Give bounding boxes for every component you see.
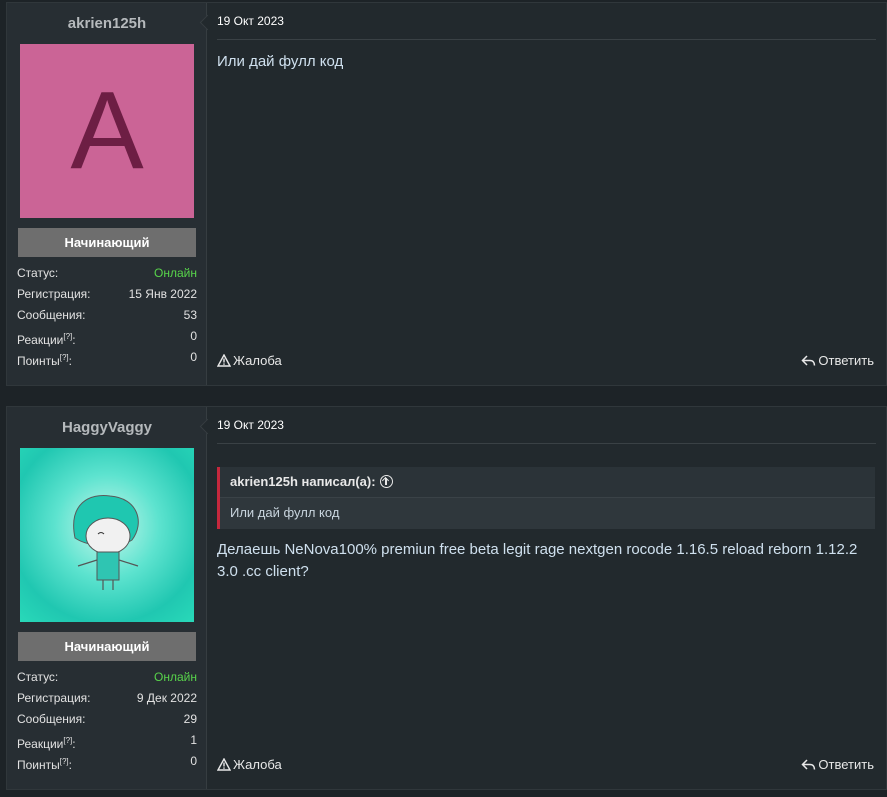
stat-label: Поинты xyxy=(17,354,60,368)
stat-label: Регистрация: xyxy=(17,287,91,301)
stat-row-reactions: Реакции[?]: 0 xyxy=(17,326,197,347)
stat-label: Поинты xyxy=(17,758,60,772)
registration-value: 15 Янв 2022 xyxy=(128,287,197,301)
stat-label: Статус: xyxy=(17,670,59,684)
stat-row-points: Поинты[?]: 0 xyxy=(17,347,197,368)
post-date[interactable]: 19 Окт 2023 xyxy=(217,14,284,28)
status-value: Онлайн xyxy=(154,670,197,684)
report-button[interactable]: Жалоба xyxy=(217,757,282,772)
stat-row-reactions: Реакции[?]: 1 xyxy=(17,730,197,751)
points-value: 0 xyxy=(190,754,197,768)
username-link[interactable]: akrien125h xyxy=(7,15,207,32)
stat-row-status: Статус: Онлайн xyxy=(17,667,197,688)
divider xyxy=(217,443,876,444)
messages-value: 29 xyxy=(183,712,197,726)
reactions-value: 0 xyxy=(190,329,197,343)
reply-icon xyxy=(801,759,816,770)
arrow-up-circle-icon[interactable] xyxy=(379,475,393,488)
stat-label: Статус: xyxy=(17,266,59,280)
help-hint-link[interactable]: [?] xyxy=(63,736,72,745)
help-hint-link[interactable]: [?] xyxy=(60,353,69,362)
stat-label: Реакции xyxy=(17,737,64,751)
stat-row-messages: Сообщения: 53 xyxy=(17,305,197,326)
status-value: Онлайн xyxy=(154,266,197,280)
points-value: 0 xyxy=(190,350,197,364)
quote-block: akrien125h написал(а): Или дай фулл код xyxy=(217,467,875,529)
username-link[interactable]: HaggyVaggy xyxy=(7,419,207,436)
user-info-panel: HaggyVaggy Начинающий Статус: Онлайн Рег… xyxy=(7,407,207,789)
warning-icon xyxy=(217,354,231,367)
reply-button[interactable]: Ответить xyxy=(801,757,874,772)
quote-author: akrien125h написал(а): xyxy=(230,474,376,489)
report-label: Жалоба xyxy=(233,757,282,772)
post-message: Делаешь NeNova100% premiun free beta leg… xyxy=(217,541,858,580)
stat-label: Сообщения: xyxy=(17,308,86,322)
quote-header[interactable]: akrien125h написал(а): xyxy=(220,467,875,498)
reply-label: Ответить xyxy=(818,757,874,772)
stat-label: Реакции xyxy=(17,333,64,347)
messages-value: 53 xyxy=(183,308,197,322)
post: akrien125h A Начинающий Статус: Онлайн Р… xyxy=(6,2,887,386)
avatar-character-image xyxy=(73,494,139,590)
stat-label: Сообщения: xyxy=(17,712,86,726)
help-hint-link[interactable]: [?] xyxy=(63,332,72,341)
user-stats: Статус: Онлайн Регистрация: 9 Дек 2022 С… xyxy=(17,667,197,772)
reactions-value: 1 xyxy=(190,733,197,747)
stat-label: Регистрация: xyxy=(17,691,91,705)
post: HaggyVaggy Начинающий Статус: Онлайн Рег… xyxy=(6,406,887,790)
reply-label: Ответить xyxy=(818,353,874,368)
report-label: Жалоба xyxy=(233,353,282,368)
stat-row-registration: Регистрация: 15 Янв 2022 xyxy=(17,284,197,305)
user-rank-badge: Начинающий xyxy=(18,228,196,257)
divider xyxy=(217,39,876,40)
warning-icon xyxy=(217,758,231,771)
stat-row-points: Поинты[?]: 0 xyxy=(17,751,197,772)
post-date[interactable]: 19 Окт 2023 xyxy=(217,418,284,432)
registration-value: 9 Дек 2022 xyxy=(136,691,197,705)
quote-text: Или дай фулл код xyxy=(230,505,340,520)
user-rank-badge: Начинающий xyxy=(18,632,196,661)
avatar[interactable] xyxy=(20,448,194,622)
stat-row-messages: Сообщения: 29 xyxy=(17,709,197,730)
stat-row-status: Статус: Онлайн xyxy=(17,263,197,284)
avatar[interactable]: A xyxy=(20,44,194,218)
user-stats: Статус: Онлайн Регистрация: 15 Янв 2022 … xyxy=(17,263,197,368)
user-info-panel: akrien125h A Начинающий Статус: Онлайн Р… xyxy=(7,3,207,385)
stat-row-registration: Регистрация: 9 Дек 2022 xyxy=(17,688,197,709)
help-hint-link[interactable]: [?] xyxy=(60,757,69,766)
reply-icon xyxy=(801,355,816,366)
report-button[interactable]: Жалоба xyxy=(217,353,282,368)
reply-button[interactable]: Ответить xyxy=(801,353,874,368)
post-message: Или дай фулл код xyxy=(217,53,344,70)
